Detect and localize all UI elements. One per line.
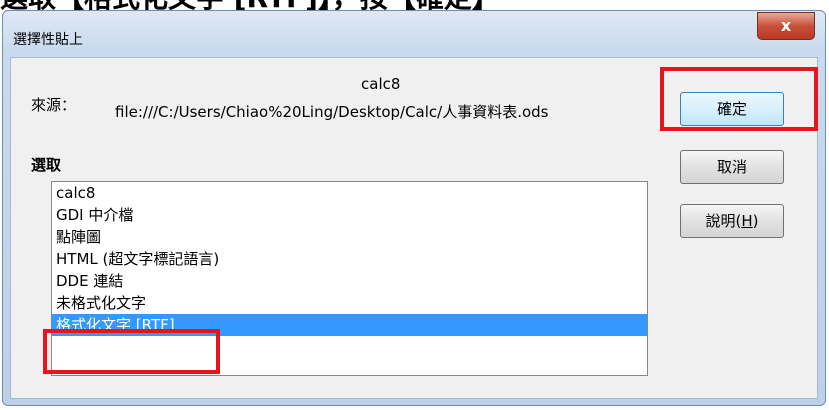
source-label: 來源： (31, 96, 77, 114)
list-item-unformatted-text[interactable]: 未格式化文字 (52, 292, 647, 314)
format-list[interactable]: calc8 GDI 中介檔 點陣圖 HTML (超文字標記語言) DDE 連結 … (51, 181, 648, 376)
dialog-body: 來源： calc8 file:///C:/Users/Chiao%20Ling/… (10, 57, 818, 399)
paste-special-dialog: 選擇性貼上 x 來源： calc8 file:///C:/Users/Chiao… (2, 10, 826, 406)
select-label: 選取 (31, 156, 62, 174)
list-item-html[interactable]: HTML (超文字標記語言) (52, 248, 647, 270)
list-item-gdi-metafile[interactable]: GDI 中介檔 (52, 204, 647, 226)
source-name: calc8 (361, 75, 401, 93)
help-accesskey: H (741, 212, 753, 230)
list-item-dde-link[interactable]: DDE 連結 (52, 270, 647, 292)
dialog-title: 選擇性貼上 (13, 32, 83, 48)
ok-button[interactable]: 確定 (680, 92, 784, 126)
help-label-prefix: 說明( (705, 212, 742, 230)
cancel-button[interactable]: 取消 (680, 150, 784, 184)
instruction-text: 選取【格式化文字 [RTF]】，按【確定】 (0, 0, 500, 10)
help-label-suffix: ) (752, 212, 759, 230)
list-item-calc8[interactable]: calc8 (52, 182, 647, 204)
list-item-bitmap[interactable]: 點陣圖 (52, 226, 647, 248)
close-button[interactable]: x (757, 12, 815, 40)
help-button[interactable]: 說明(H) (680, 204, 784, 238)
source-path: file:///C:/Users/Chiao%20Ling/Desktop/Ca… (115, 103, 549, 121)
close-icon: x (780, 16, 792, 35)
list-item-rtf[interactable]: 格式化文字 [RTF] (52, 314, 647, 336)
